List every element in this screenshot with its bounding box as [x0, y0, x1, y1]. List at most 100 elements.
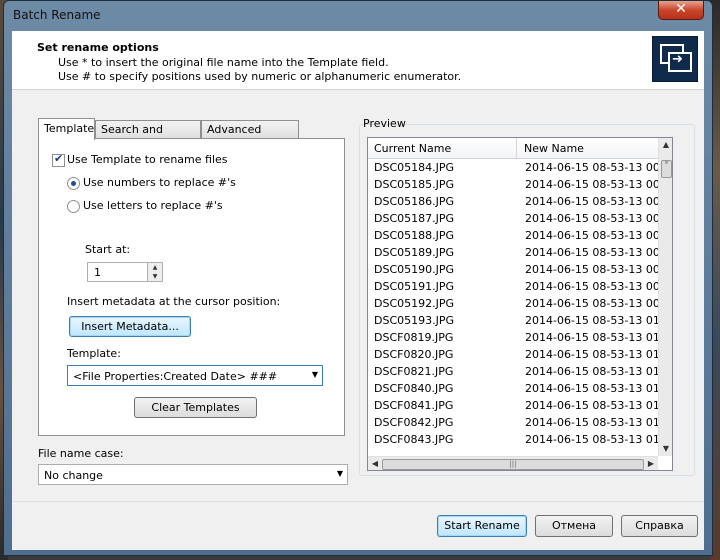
table-row[interactable]: DSC05191.JPG 2014-06-15 08-53-13 008.J	[368, 278, 672, 295]
cancel-button[interactable]: Отмена	[535, 515, 613, 537]
template-tab-panel: ✔ Use Template to rename files Use numbe…	[38, 138, 345, 436]
radio-use-numbers[interactable]	[67, 177, 80, 190]
start-at-value: 1	[94, 266, 101, 279]
template-input[interactable]: <File Properties:Created Date> ###	[73, 370, 277, 383]
tab-template[interactable]: Template	[38, 118, 95, 140]
current-name-cell: DSCF0821.JPG	[374, 365, 454, 378]
horizontal-scroll-thumb[interactable]: |||	[382, 459, 644, 470]
use-template-checkbox[interactable]: ✔	[52, 152, 65, 167]
batch-rename-icon: ➜	[652, 36, 698, 82]
table-row[interactable]: DSC05193.JPG 2014-06-15 08-53-13 010.J	[368, 312, 672, 329]
file-name-case-label: File name case:	[38, 447, 124, 460]
chevron-down-icon[interactable]: ▼	[337, 469, 343, 478]
table-row[interactable]: DSCF0821.JPG 2014-06-15 08-53-13 013.J	[368, 363, 672, 380]
start-at-label: Start at:	[85, 243, 131, 256]
window-title: Batch Rename	[13, 8, 101, 22]
radio-use-numbers-label: Use numbers to replace #'s	[83, 176, 236, 189]
table-row[interactable]: DSC05185.JPG 2014-06-15 08-53-13 002.J	[368, 176, 672, 193]
new-name-cell: 2014-06-15 08-53-13 005.J	[525, 229, 673, 242]
vertical-scrollbar[interactable]: ▲ ≡ ▼	[658, 138, 672, 456]
column-header-new-name[interactable]: New Name	[524, 142, 584, 155]
close-icon: ✕	[675, 1, 687, 17]
radio-use-letters[interactable]	[67, 200, 80, 213]
current-name-cell: DSC05191.JPG	[374, 280, 455, 293]
current-name-cell: DSC05193.JPG	[374, 314, 455, 327]
help-button[interactable]: Справка	[621, 515, 698, 537]
tab-search-and-replace[interactable]: Search and Replace	[95, 120, 201, 153]
checkmark-icon: ✔	[54, 152, 64, 165]
scroll-left-icon[interactable]: ◀	[368, 457, 382, 470]
new-name-cell: 2014-06-15 08-53-13 006.J	[525, 246, 673, 259]
column-header-current-name[interactable]: Current Name	[374, 142, 451, 155]
current-name-cell: DSCF0842.JPG	[374, 416, 454, 429]
dialog-footer: Start Rename Отмена Справка	[12, 501, 704, 550]
insert-metadata-button[interactable]: Insert Metadata...	[69, 316, 191, 337]
table-row[interactable]: DSCF0840.JPG 2014-06-15 08-53-13 014.J	[368, 380, 672, 397]
table-row[interactable]: DSC05188.JPG 2014-06-15 08-53-13 005.J	[368, 227, 672, 244]
new-name-cell: 2014-06-15 08-53-13 012.J	[525, 348, 673, 361]
scroll-up-icon[interactable]: ▲	[659, 138, 672, 152]
template-combobox[interactable]: <File Properties:Created Date> ### ▼	[67, 365, 323, 386]
clear-templates-button[interactable]: Clear Templates	[134, 397, 257, 418]
current-name-cell: DSC05188.JPG	[374, 229, 455, 242]
insert-metadata-label: Insert metadata at the cursor position:	[67, 295, 281, 308]
preview-list[interactable]: Current Name New Name DSC05184.JPG 2014-0…	[367, 137, 673, 471]
start-rename-button[interactable]: Start Rename	[437, 515, 527, 537]
new-name-cell: 2014-06-15 08-53-13 002.J	[525, 178, 673, 191]
header-title: Set rename options	[37, 41, 159, 54]
current-name-cell: DSCF0840.JPG	[374, 382, 454, 395]
template-label: Template:	[67, 347, 121, 360]
preview-list-header: Current Name New Name	[368, 138, 658, 159]
current-name-cell: DSC05187.JPG	[374, 212, 455, 225]
new-name-cell: 2014-06-15 08-53-13 009.J	[525, 297, 673, 310]
table-row[interactable]: DSCF0843.JPG 2014-06-15 08-53-13 017.J	[368, 431, 672, 448]
current-name-cell: DSC05190.JPG	[374, 263, 455, 276]
new-name-cell: 2014-06-15 08-53-13 001.J	[525, 161, 673, 174]
file-name-case-select[interactable]: No change ▼	[38, 464, 348, 485]
current-name-cell: DSC05189.JPG	[374, 246, 455, 259]
current-name-cell: DSC05184.JPG	[374, 161, 455, 174]
horizontal-scrollbar[interactable]: ◀ ||| ▶	[368, 456, 658, 470]
table-row[interactable]: DSCF0820.JPG 2014-06-15 08-53-13 012.J	[368, 346, 672, 363]
table-row[interactable]: DSC05184.JPG 2014-06-15 08-53-13 001.J	[368, 159, 672, 176]
dialog-client: Set rename options Use * to insert the o…	[12, 31, 704, 550]
tab-advanced-options[interactable]: Advanced Options	[201, 120, 299, 153]
new-name-cell: 2014-06-15 08-53-13 011.J	[525, 331, 673, 344]
scroll-right-icon[interactable]: ▶	[644, 457, 658, 470]
new-name-cell: 2014-06-15 08-53-13 004.J	[525, 212, 673, 225]
table-row[interactable]: DSC05192.JPG 2014-06-15 08-53-13 009.J	[368, 295, 672, 312]
scroll-down-icon[interactable]: ▼	[659, 442, 672, 456]
table-row[interactable]: DSCF0841.JPG 2014-06-15 08-53-13 015.J	[368, 397, 672, 414]
new-name-cell: 2014-06-15 08-53-13 017.J	[525, 433, 673, 446]
table-row[interactable]: DSC05187.JPG 2014-06-15 08-53-13 004.J	[368, 210, 672, 227]
current-name-cell: DSCF0819.JPG	[374, 331, 454, 344]
start-at-stepper[interactable]: 1 ▲ ▼	[87, 262, 163, 282]
radio-use-letters-label: Use letters to replace #'s	[83, 199, 223, 212]
header-hint-hash: Use # to specify positions used by numer…	[58, 70, 462, 83]
current-name-cell: DSC05185.JPG	[374, 178, 455, 191]
new-name-cell: 2014-06-15 08-53-13 010.J	[525, 314, 673, 327]
table-row[interactable]: DSCF0842.JPG 2014-06-15 08-53-13 016.J	[368, 414, 672, 431]
use-template-label: Use Template to rename files	[67, 153, 228, 166]
current-name-cell: DSC05186.JPG	[374, 195, 455, 208]
current-name-cell: DSCF0843.JPG	[374, 433, 454, 446]
chevron-down-icon[interactable]: ▼	[312, 370, 318, 379]
table-row[interactable]: DSC05189.JPG 2014-06-15 08-53-13 006.J	[368, 244, 672, 261]
new-name-cell: 2014-06-15 08-53-13 013.J	[525, 365, 673, 378]
table-row[interactable]: DSCF0819.JPG 2014-06-15 08-53-13 011.J	[368, 329, 672, 346]
preview-rows: DSC05184.JPG 2014-06-15 08-53-13 001.J DSC…	[368, 159, 672, 448]
table-row[interactable]: DSC05186.JPG 2014-06-15 08-53-13 003.J	[368, 193, 672, 210]
title-bar[interactable]: Batch Rename ✕	[4, 1, 712, 31]
dialog-header: Set rename options Use * to insert the o…	[12, 31, 704, 90]
new-name-cell: 2014-06-15 08-53-13 008.J	[525, 280, 673, 293]
scroll-thumb[interactable]: ≡	[661, 160, 672, 178]
table-row[interactable]: DSC05190.JPG 2014-06-15 08-53-13 007.J	[368, 261, 672, 278]
current-name-cell: DSCF0841.JPG	[374, 399, 454, 412]
spin-down-icon[interactable]: ▼	[147, 272, 162, 281]
close-button[interactable]: ✕	[658, 1, 704, 20]
header-hint-asterisk: Use * to insert the original file name i…	[58, 56, 389, 69]
file-name-case-value: No change	[44, 469, 103, 482]
new-name-cell: 2014-06-15 08-53-13 003.J	[525, 195, 673, 208]
preview-label: Preview	[363, 117, 406, 130]
new-name-cell: 2014-06-15 08-53-13 014.J	[525, 382, 673, 395]
